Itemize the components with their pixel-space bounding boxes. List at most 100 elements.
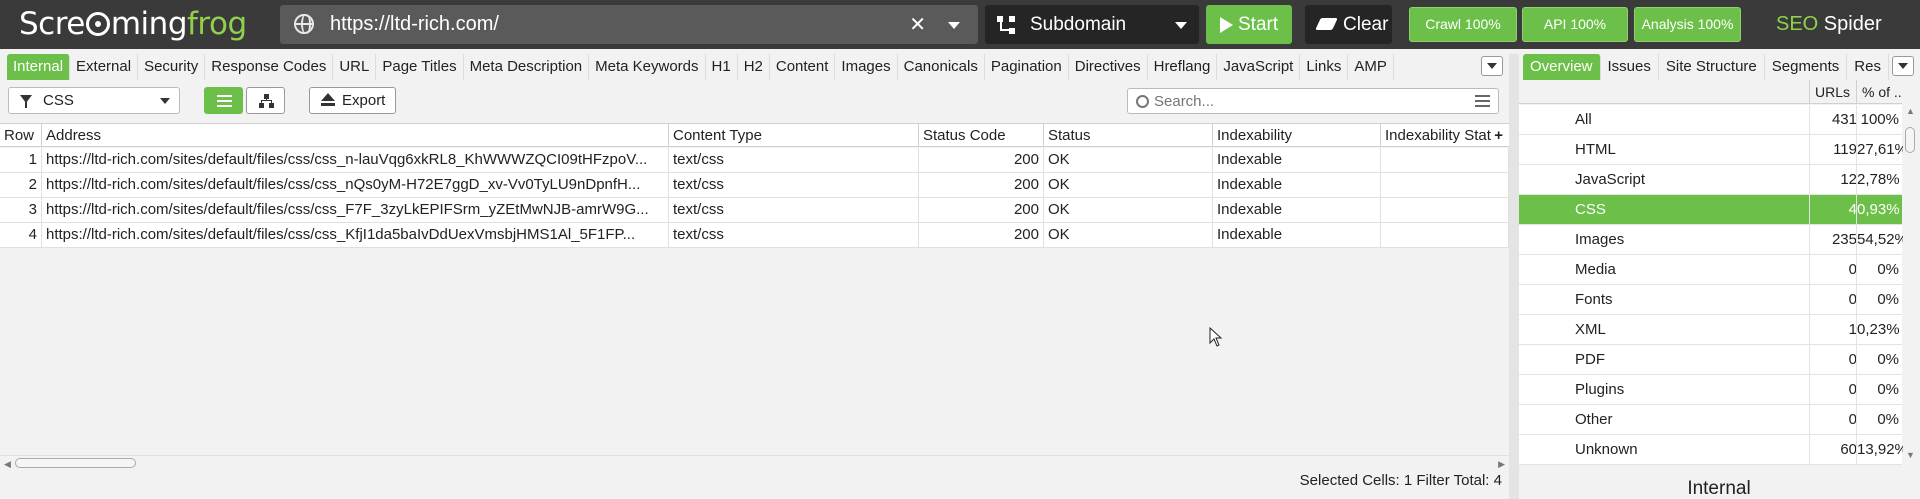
cell-content-type[interactable]: text/css bbox=[669, 223, 919, 247]
search-options-icon[interactable] bbox=[1475, 95, 1490, 107]
right-tab-overview[interactable]: Overview bbox=[1523, 54, 1601, 80]
col-header-percent[interactable]: % of ... bbox=[1856, 80, 1902, 104]
right-tabs-overflow-dropdown-icon[interactable] bbox=[1892, 56, 1914, 76]
overview-row-pdf[interactable]: PDF 0 0% bbox=[1519, 345, 1902, 375]
cell-status-code[interactable]: 200 bbox=[919, 148, 1044, 172]
scrollbar-thumb[interactable] bbox=[1905, 127, 1915, 153]
cell-status-code[interactable]: 200 bbox=[919, 223, 1044, 247]
panel-splitter[interactable] bbox=[1509, 54, 1519, 499]
col-header-indexability[interactable]: Indexability bbox=[1213, 124, 1381, 147]
overview-row-javascript[interactable]: JavaScript 12 2,78% bbox=[1519, 165, 1902, 195]
scrollbar-thumb[interactable] bbox=[15, 458, 136, 468]
tab-links[interactable]: Links bbox=[1300, 54, 1349, 80]
tab-content[interactable]: Content bbox=[770, 54, 836, 80]
overview-vertical-scrollbar[interactable]: ▲ ▼ bbox=[1903, 104, 1917, 460]
cell-indexability[interactable]: Indexable bbox=[1213, 223, 1381, 247]
search-input[interactable] bbox=[1154, 91, 1454, 111]
tree-view-button[interactable] bbox=[246, 87, 285, 114]
overview-row-html[interactable]: HTML 119 27,61% bbox=[1519, 135, 1908, 165]
tab-meta-keywords[interactable]: Meta Keywords bbox=[589, 54, 706, 80]
horizontal-scrollbar[interactable]: ◀ ▶ bbox=[0, 455, 1509, 469]
cell-indexability[interactable]: Indexable bbox=[1213, 198, 1381, 222]
clear-url-icon[interactable]: ✕ bbox=[909, 12, 926, 37]
url-field[interactable]: https://ltd-rich.com/ ✕ bbox=[280, 5, 978, 44]
overview-row-plugins[interactable]: Plugins 0 0% bbox=[1519, 375, 1902, 405]
tab-directives[interactable]: Directives bbox=[1069, 54, 1148, 80]
cell-address[interactable]: https://ltd-rich.com/sites/default/files… bbox=[42, 198, 669, 222]
tab-images[interactable]: Images bbox=[835, 54, 898, 80]
clear-button[interactable]: Clear bbox=[1305, 5, 1392, 44]
cell-indexability-status[interactable] bbox=[1381, 148, 1509, 172]
cell-indexability-status[interactable] bbox=[1381, 198, 1509, 222]
url-value[interactable]: https://ltd-rich.com/ bbox=[330, 5, 499, 44]
tab-response-codes[interactable]: Response Codes bbox=[205, 54, 334, 80]
overview-row-other[interactable]: Other 0 0% bbox=[1519, 405, 1902, 435]
tab-h2[interactable]: H2 bbox=[738, 54, 770, 80]
cell-indexability-status[interactable] bbox=[1381, 173, 1509, 197]
crawl-mode-select[interactable]: Subdomain bbox=[985, 5, 1199, 44]
cell-row[interactable]: 1 bbox=[0, 148, 42, 172]
cell-indexability-status[interactable] bbox=[1381, 223, 1509, 247]
overview-row-fonts[interactable]: Fonts 0 0% bbox=[1519, 285, 1902, 315]
overview-row-all[interactable]: All 431 100% bbox=[1519, 105, 1902, 135]
scroll-up-icon[interactable]: ▲ bbox=[1906, 106, 1915, 116]
cell-content-type[interactable]: text/css bbox=[669, 148, 919, 172]
table-row[interactable]: 3 https://ltd-rich.com/sites/default/file… bbox=[0, 198, 1509, 223]
tab-page-titles[interactable]: Page Titles bbox=[376, 54, 464, 80]
start-button[interactable]: Start bbox=[1206, 5, 1292, 44]
col-header-content-type[interactable]: Content Type bbox=[669, 124, 919, 147]
cell-status-code[interactable]: 200 bbox=[919, 173, 1044, 197]
tab-javascript[interactable]: JavaScript bbox=[1217, 54, 1301, 80]
right-tab-res[interactable]: Res bbox=[1847, 54, 1889, 80]
tab-pagination[interactable]: Pagination bbox=[985, 54, 1069, 80]
col-header-indexability-status[interactable]: Indexability Stat + bbox=[1381, 124, 1509, 147]
right-tab-site-structure[interactable]: Site Structure bbox=[1659, 54, 1765, 80]
overview-row-images[interactable]: Images 235 54,52% bbox=[1519, 225, 1908, 255]
cell-indexability[interactable]: Indexable bbox=[1213, 173, 1381, 197]
crawl-progress-badge[interactable]: Crawl 100% bbox=[1409, 7, 1517, 42]
cell-status[interactable]: OK bbox=[1044, 173, 1213, 197]
cell-row[interactable]: 3 bbox=[0, 198, 42, 222]
col-header-urls[interactable]: URLs bbox=[1809, 80, 1856, 104]
tab-h1[interactable]: H1 bbox=[706, 54, 738, 80]
table-row[interactable]: 4 https://ltd-rich.com/sites/default/file… bbox=[0, 223, 1509, 248]
table-row[interactable]: 2 https://ltd-rich.com/sites/default/file… bbox=[0, 173, 1509, 198]
filter-select[interactable]: CSS bbox=[8, 87, 180, 114]
right-tab-issues[interactable]: Issues bbox=[1601, 54, 1659, 80]
col-header-status-code[interactable]: Status Code bbox=[919, 124, 1044, 147]
cell-status[interactable]: OK bbox=[1044, 223, 1213, 247]
tabs-overflow-dropdown-icon[interactable] bbox=[1481, 56, 1503, 76]
cell-address[interactable]: https://ltd-rich.com/sites/default/files… bbox=[42, 223, 669, 247]
cell-status[interactable]: OK bbox=[1044, 148, 1213, 172]
search-box[interactable] bbox=[1127, 88, 1499, 114]
url-history-dropdown-icon[interactable] bbox=[948, 22, 960, 29]
tab-meta-description[interactable]: Meta Description bbox=[464, 54, 590, 80]
tab-canonicals[interactable]: Canonicals bbox=[898, 54, 985, 80]
tab-security[interactable]: Security bbox=[138, 54, 206, 80]
analysis-progress-badge[interactable]: Analysis 100% bbox=[1634, 7, 1741, 42]
right-tab-segments[interactable]: Segments bbox=[1765, 54, 1848, 80]
export-button[interactable]: Export bbox=[309, 87, 396, 114]
overview-row-xml[interactable]: XML 1 0,23% bbox=[1519, 315, 1902, 345]
overview-row-css[interactable]: CSS 4 0,93% bbox=[1519, 195, 1902, 225]
scroll-down-icon[interactable]: ▼ bbox=[1906, 450, 1915, 460]
overview-row-unknown[interactable]: Unknown 60 13,92% bbox=[1519, 435, 1908, 465]
cell-row[interactable]: 2 bbox=[0, 173, 42, 197]
cell-status-code[interactable]: 200 bbox=[919, 198, 1044, 222]
cell-content-type[interactable]: text/css bbox=[669, 198, 919, 222]
cell-indexability[interactable]: Indexable bbox=[1213, 148, 1381, 172]
tab-external[interactable]: External bbox=[70, 54, 139, 80]
overview-row-media[interactable]: Media 0 0% bbox=[1519, 255, 1902, 285]
api-progress-badge[interactable]: API 100% bbox=[1522, 7, 1628, 42]
col-header-status[interactable]: Status bbox=[1044, 124, 1213, 147]
cell-content-type[interactable]: text/css bbox=[669, 173, 919, 197]
add-column-icon[interactable]: + bbox=[1494, 124, 1503, 147]
cell-address[interactable]: https://ltd-rich.com/sites/default/files… bbox=[42, 148, 669, 172]
tab-amp[interactable]: AMP bbox=[1348, 54, 1394, 80]
col-header-address[interactable]: Address bbox=[42, 124, 669, 147]
tab-internal[interactable]: Internal bbox=[7, 54, 71, 80]
col-header-row[interactable]: Row bbox=[0, 124, 42, 147]
cell-status[interactable]: OK bbox=[1044, 198, 1213, 222]
tab-hreflang[interactable]: Hreflang bbox=[1148, 54, 1218, 80]
list-view-button[interactable] bbox=[204, 87, 243, 114]
